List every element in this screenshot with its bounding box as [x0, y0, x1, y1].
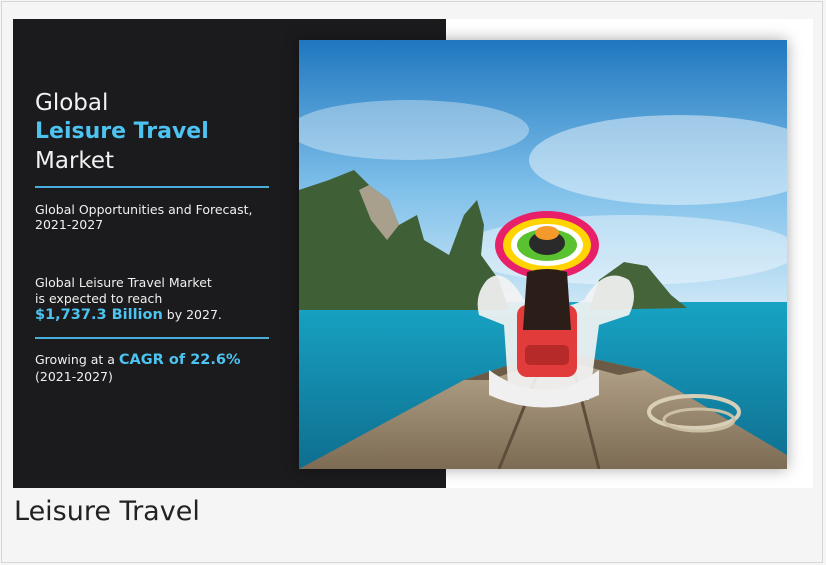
growth-prefix: Growing at a: [35, 352, 119, 367]
divider: [35, 337, 269, 339]
report-image[interactable]: Global Leisure Travel Market Global Oppo…: [13, 19, 813, 488]
subtitle: Global Opportunities and Forecast,: [35, 202, 253, 217]
reach-suffix: by 2027.: [162, 307, 222, 322]
subtitle-years: 2021-2027: [35, 217, 104, 232]
growth-years: (2021-2027): [35, 369, 113, 384]
reach-value: $1,737.3 Billion: [35, 307, 163, 323]
content-frame: Global Leisure Travel Market Global Oppo…: [1, 1, 823, 563]
divider: [35, 186, 269, 188]
travel-photo: [299, 40, 787, 469]
title-line-3: Market: [35, 148, 115, 174]
image-caption: Leisure Travel: [14, 496, 200, 527]
title-line-2: Leisure Travel: [35, 119, 209, 144]
growth-value: CAGR of 22.6%: [118, 352, 241, 368]
title-line-1: Global: [35, 90, 109, 116]
reach-line-2: is expected to reach: [35, 291, 163, 306]
reach-statement: $1,737.3 Billion by 2027.: [35, 307, 222, 323]
reach-line-1: Global Leisure Travel Market: [35, 275, 212, 290]
travel-photo-illustration: [299, 40, 787, 469]
growth-statement: Growing at a CAGR of 22.6%: [35, 352, 241, 368]
